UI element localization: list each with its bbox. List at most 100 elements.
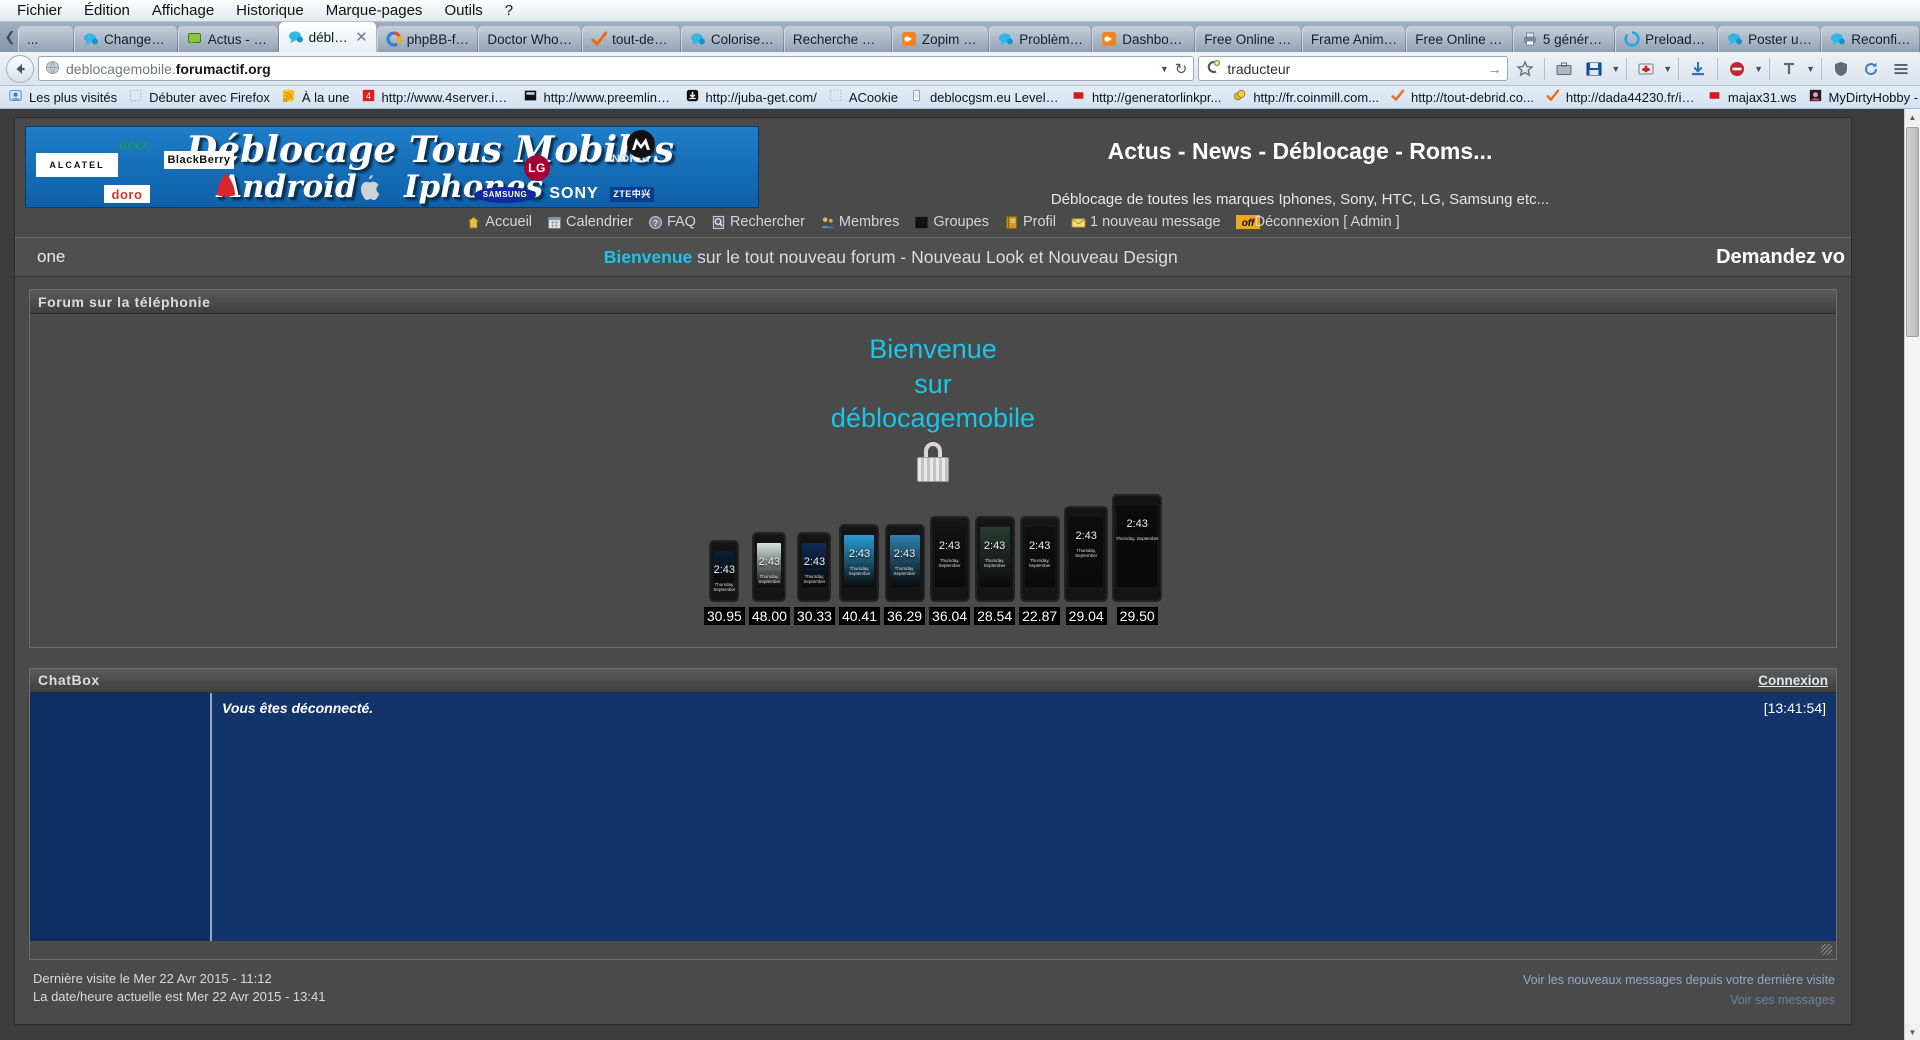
search-input[interactable]: traducteur <box>1227 61 1290 77</box>
download-icon[interactable] <box>1685 56 1711 82</box>
browser-tab[interactable]: Problème... <box>989 26 1093 52</box>
nav-item-calendrier[interactable]: Calendrier <box>547 214 633 230</box>
chatbox-messages[interactable]: Vous êtes déconnecté. [13:41:54] <box>212 692 1836 941</box>
browser-tab[interactable]: Dashboar... <box>1092 26 1196 52</box>
bookmark-item[interactable]: http://www.preemlink... <box>519 89 679 105</box>
text-dropdown-icon[interactable]: ▼ <box>1806 64 1815 74</box>
nav-item-1[interactable]: 1 nouveau message <box>1071 214 1221 230</box>
phone-thumbnail: 2:43 Thursday, September <box>884 523 925 602</box>
chatbox-body: Vous êtes déconnecté. [13:41:54] <box>30 692 1836 941</box>
chat-blue-icon <box>690 31 706 47</box>
site-banner[interactable]: Déblocage Tous Mobiles Android Iphones a… <box>25 126 759 208</box>
menu-item-fichier[interactable]: Fichier <box>6 2 73 19</box>
nav-item-dconnexion[interactable]: off Déconnexion [ Admin ] <box>1235 214 1400 230</box>
chatbox-user-list[interactable] <box>30 692 212 941</box>
scrollbar-thumb[interactable] <box>1905 127 1919 337</box>
browser-tab[interactable]: phpBB-fr.... <box>376 26 479 52</box>
browser-tab[interactable]: Zopim Li... <box>891 26 990 52</box>
brand-logo-sony: SONY <box>549 185 599 202</box>
save-dropdown-icon[interactable]: ▼ <box>1611 64 1620 74</box>
browser-tab[interactable]: 5 générat... <box>1512 26 1616 52</box>
firstaid-icon[interactable] <box>1633 56 1659 82</box>
footer-link-new-messages[interactable]: Voir les nouveaux messages depuis votre … <box>1523 970 1835 990</box>
search-bar[interactable]: traducteur → <box>1198 56 1509 81</box>
resize-grip-icon[interactable] <box>1821 944 1832 956</box>
browser-tab[interactable]: Actus - N... <box>177 26 279 52</box>
menu-item-marque-pages[interactable]: Marque-pages <box>315 2 434 19</box>
nav-item-profil[interactable]: Profil <box>1004 214 1056 230</box>
phone-item: 2:43 Thursday, September 40.41 <box>838 523 880 625</box>
briefcase-icon[interactable] <box>1551 56 1577 82</box>
browser-tab[interactable]: Free Online A... <box>1195 26 1302 52</box>
menu-item-help[interactable]: ? <box>494 2 524 19</box>
scroll-down-icon[interactable]: ▼ <box>1904 1024 1920 1040</box>
url-dropdown-icon[interactable]: ▼ <box>1160 64 1169 74</box>
forum-panel: Forum sur la téléphonie Bienvenue sur dé… <box>29 289 1837 648</box>
address-bar[interactable]: deblocagemobile.forumactif.org ▼ ↻ <box>38 56 1195 81</box>
browser-tab[interactable]: tout-debr... <box>582 26 681 52</box>
save-icon[interactable] <box>1581 56 1607 82</box>
shield-icon[interactable] <box>1828 56 1854 82</box>
forum-footer: Dernière visite le Mer 22 Avr 2015 - 11:… <box>15 960 1851 1024</box>
footer-link-own-messages[interactable]: Voir ses messages <box>1523 990 1835 1010</box>
star-icon[interactable] <box>1512 56 1538 82</box>
browser-tab[interactable]: Reconfig... <box>1821 26 1920 52</box>
bookmark-item[interactable]: http://tout-debrid.co... <box>1386 89 1539 105</box>
bookmark-item[interactable]: À la une <box>277 89 355 105</box>
bookmark-item[interactable]: http://fr.coinmill.com... <box>1228 89 1384 105</box>
browser-tab[interactable]: Changer l... <box>74 26 178 52</box>
abp-icon[interactable] <box>1724 56 1750 82</box>
welcome-heading: Bienvenue sur déblocagemobile <box>30 332 1836 436</box>
bookmark-item[interactable]: Débuter avec Firefox <box>124 89 275 105</box>
menu-label: Outils <box>444 2 483 19</box>
page-scrollbar[interactable]: ▲ ▼ <box>1904 109 1920 1040</box>
nav-item-label: 1 nouveau message <box>1090 214 1221 230</box>
reload-icon[interactable]: ↻ <box>1175 60 1188 78</box>
browser-tab[interactable]: Coloriser ... <box>680 26 784 52</box>
menu-item-edition[interactable]: Édition <box>73 2 141 19</box>
abp-dropdown-icon[interactable]: ▼ <box>1754 64 1763 74</box>
tab-scroll-left-icon[interactable]: ❮ <box>2 22 18 52</box>
text-format-icon[interactable] <box>1776 56 1802 82</box>
search-engine-icon[interactable] <box>1205 59 1221 78</box>
nav-item-faq[interactable]: ? FAQ <box>648 214 696 230</box>
refresh-icon[interactable] <box>1858 56 1884 82</box>
bookmark-item[interactable]: Les plus visités <box>4 89 122 105</box>
browser-tab[interactable]: ... <box>18 26 74 52</box>
red-small-icon <box>1072 89 1088 105</box>
menu-item-outils[interactable]: Outils <box>433 2 493 19</box>
search-go-icon[interactable]: → <box>1487 61 1501 77</box>
menu-item-affichage[interactable]: Affichage <box>141 2 225 19</box>
scrollbar-track[interactable] <box>1904 125 1920 1024</box>
browser-tab[interactable]: Frame Anima... <box>1301 26 1407 52</box>
scroll-up-icon[interactable]: ▲ <box>1904 109 1920 125</box>
browser-tab[interactable]: Preloader... <box>1615 26 1719 52</box>
bookmark-item[interactable]: 4 http://www.4server.inf... <box>357 89 517 105</box>
chatbox-connexion-link[interactable]: Connexion <box>1758 673 1828 688</box>
close-icon[interactable]: ✕ <box>355 28 368 46</box>
marquee-right: Demandez vo <box>1716 245 1845 268</box>
bookmark-item[interactable]: deblocgsm.eu Level: U... <box>905 89 1065 105</box>
nav-item-membres[interactable]: Membres <box>820 214 899 230</box>
menu-hamburger-icon[interactable] <box>1888 56 1914 82</box>
nav-item-accueil[interactable]: Accueil <box>466 214 532 230</box>
bookmark-item[interactable]: MyDirtyHobby - Natal... <box>1804 89 1920 105</box>
back-button[interactable] <box>6 54 34 83</box>
nav-item-rechercher[interactable]: Rechercher <box>711 214 805 230</box>
bookmark-item[interactable]: http://generatorlinkpr... <box>1067 89 1226 105</box>
browser-tab[interactable]: Poster un... <box>1718 26 1822 52</box>
printer-icon <box>1522 31 1538 47</box>
bookmark-item[interactable]: http://dada44230.fr/in... <box>1541 89 1701 105</box>
banner-title-1: Déblocage Tous Mobiles <box>186 129 675 171</box>
browser-tab-active[interactable]: déblo... ✕ <box>278 22 377 52</box>
menu-item-historique[interactable]: Historique <box>225 2 315 19</box>
browser-tab[interactable]: Doctor Who (... <box>478 26 583 52</box>
bookmark-item[interactable]: http://juba-get.com/ <box>681 89 822 105</box>
nav-item-groupes[interactable]: Groupes <box>914 214 989 230</box>
check-orange-icon <box>591 31 608 47</box>
browser-tab[interactable]: Free Online A... <box>1406 26 1513 52</box>
bookmark-item[interactable]: ACookie <box>824 89 903 105</box>
bookmark-item[interactable]: majax31.ws <box>1703 89 1802 105</box>
firstaid-dropdown-icon[interactable]: ▼ <box>1663 64 1672 74</box>
browser-tab[interactable]: Recherche de... <box>783 26 892 52</box>
